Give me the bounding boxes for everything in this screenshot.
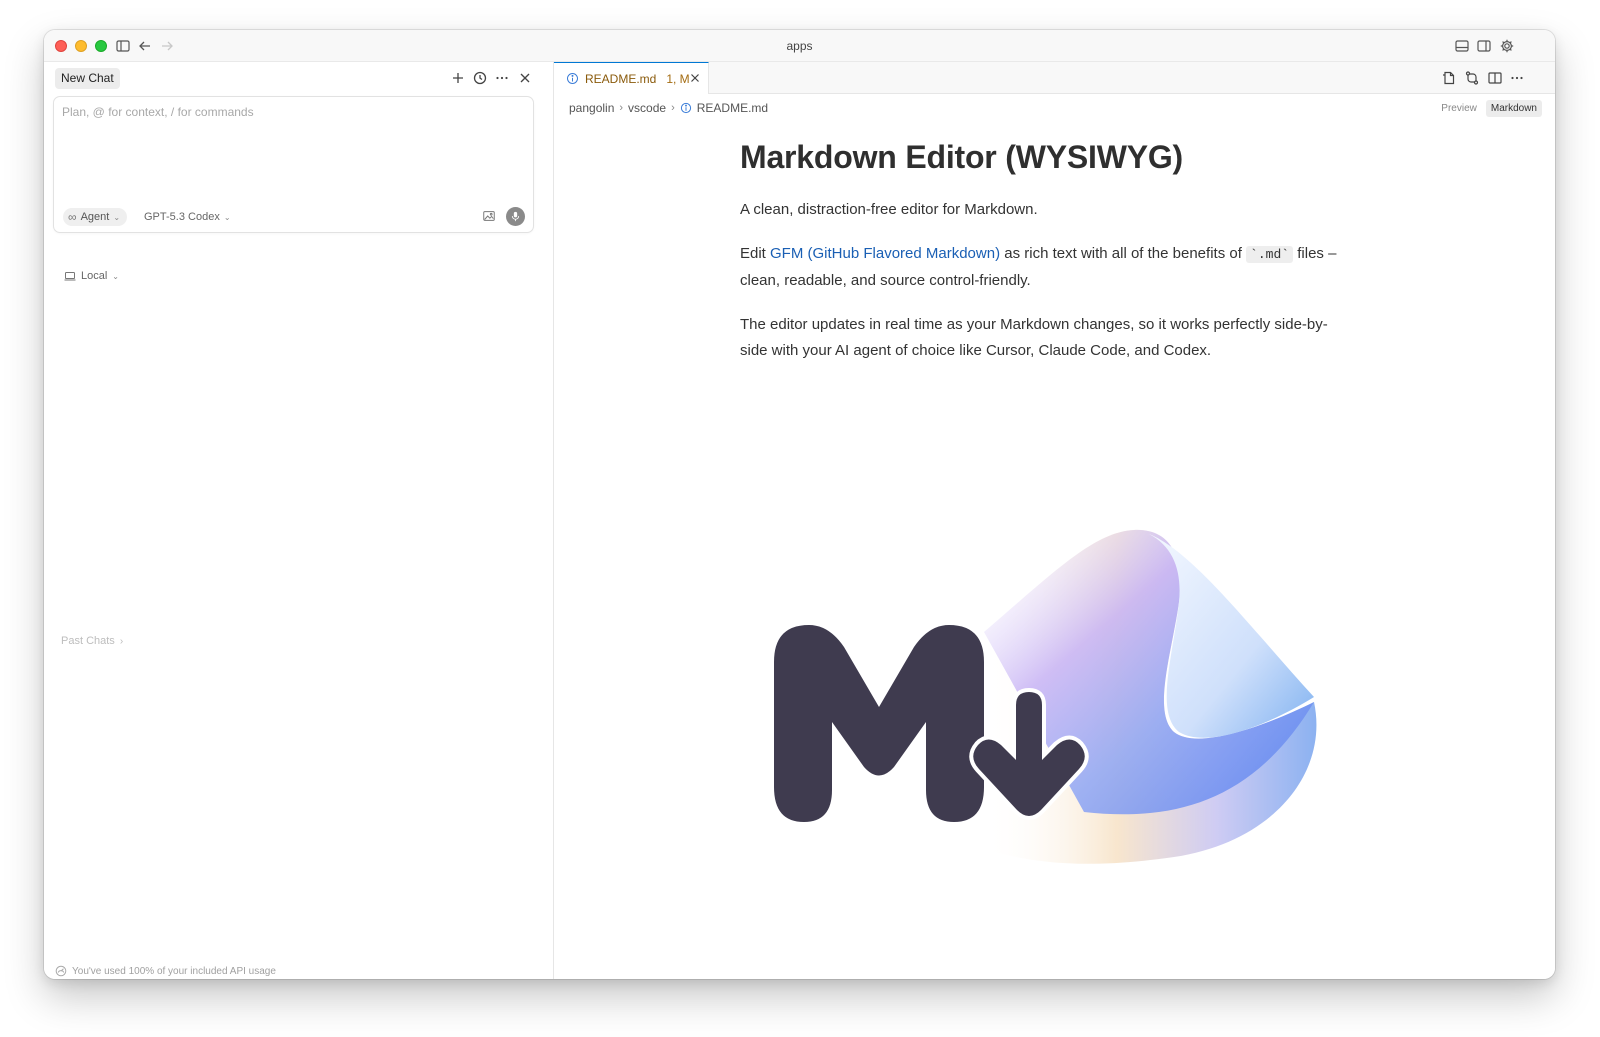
- settings-gear-icon[interactable]: [1499, 38, 1515, 54]
- gfm-link[interactable]: GFM (GitHub Flavored Markdown): [770, 245, 1000, 262]
- close-icon[interactable]: [517, 70, 533, 86]
- history-clock-icon[interactable]: [472, 70, 488, 86]
- usage-meter-icon: [55, 965, 67, 977]
- laptop-icon: [64, 272, 76, 281]
- breadcrumb-separator-icon: ›: [619, 102, 624, 114]
- microphone-button[interactable]: [506, 207, 525, 226]
- breadcrumb-separator-icon: ›: [671, 102, 675, 114]
- chat-composer: ∞ Agent ⌄ GPT-5.3 Codex ⌄: [53, 96, 534, 233]
- breadcrumb-item[interactable]: README.md: [697, 101, 768, 115]
- chat-panel: New Chat ∞ Agent ⌄ GPT-5.3 Codex: [44, 62, 554, 979]
- chevron-down-icon: ⌄: [223, 212, 231, 222]
- plus-icon[interactable]: [450, 70, 466, 86]
- info-icon: [567, 73, 578, 84]
- document-paragraph[interactable]: Edit GFM (GitHub Flavored Markdown) as r…: [740, 241, 1350, 294]
- editor-tab-bar: README.md 1, M: [554, 62, 1555, 94]
- panel-bottom-icon[interactable]: [1454, 38, 1470, 54]
- image-attach-icon[interactable]: [482, 209, 498, 225]
- markdown-mode-button[interactable]: Markdown: [1485, 100, 1542, 117]
- open-file-icon[interactable]: [1441, 70, 1457, 86]
- location-selector[interactable]: Local ⌄: [64, 270, 119, 282]
- model-label: GPT-5.3 Codex: [144, 211, 220, 223]
- inline-code: `.md`: [1246, 246, 1294, 263]
- past-chats-link[interactable]: Past Chats ›: [61, 635, 123, 647]
- agent-mode-selector[interactable]: ∞ Agent ⌄: [63, 208, 128, 226]
- breadcrumb: pangolin › vscode › README.md: [569, 101, 768, 115]
- breadcrumb-item[interactable]: vscode: [628, 101, 666, 115]
- window-title: apps: [786, 39, 813, 53]
- chat-input[interactable]: [62, 105, 525, 119]
- markdown-logo-icon: [774, 529, 1317, 864]
- microphone-icon: [511, 211, 520, 222]
- preview-mode-button[interactable]: Preview: [1436, 100, 1482, 117]
- usage-notice: You've used 100% of your included API us…: [55, 965, 276, 977]
- chevron-down-icon: ⌄: [112, 271, 119, 281]
- new-chat-tab[interactable]: New Chat: [55, 68, 120, 89]
- paragraph-text: as rich text with all of the benefits of: [1000, 245, 1247, 262]
- infinity-icon: ∞: [68, 210, 77, 224]
- document-content: Markdown Editor (WYSIWYG) A clean, distr…: [740, 137, 1350, 382]
- info-icon: [680, 102, 691, 114]
- document-paragraph[interactable]: The editor updates in real time as your …: [740, 312, 1350, 364]
- title-bar: apps: [44, 30, 1555, 62]
- app-window: apps New Chat Plan, @ for context, / for…: [44, 30, 1555, 979]
- tab-filename: README.md: [585, 71, 657, 86]
- more-ellipsis-icon[interactable]: [494, 70, 510, 86]
- view-mode-toggle: Preview Markdown: [1436, 100, 1542, 117]
- chevron-down-icon: ⌄: [113, 212, 121, 222]
- chevron-right-icon: ›: [119, 635, 124, 647]
- compare-changes-icon[interactable]: [1464, 70, 1480, 86]
- breadcrumb-item[interactable]: pangolin: [569, 101, 614, 115]
- agent-mode-label: Agent: [80, 211, 110, 223]
- tab-status: 1, M: [666, 71, 690, 86]
- paragraph-text: Edit: [740, 245, 771, 262]
- past-chats-label: Past Chats: [61, 635, 115, 647]
- document-paragraph[interactable]: A clean, distraction-free editor for Mar…: [740, 197, 1350, 223]
- editor-pane: README.md 1, M pangolin › vscode › READM…: [554, 62, 1555, 979]
- more-ellipsis-icon[interactable]: [1509, 70, 1525, 86]
- location-label: Local: [81, 270, 108, 282]
- markdown-logo-image: [754, 522, 1334, 882]
- usage-text: You've used 100% of your included API us…: [72, 965, 276, 977]
- panel-right-icon[interactable]: [1476, 38, 1492, 54]
- close-tab-icon[interactable]: [688, 71, 702, 85]
- split-editor-icon[interactable]: [1487, 70, 1503, 86]
- model-selector[interactable]: GPT-5.3 Codex ⌄: [144, 208, 231, 226]
- document-title[interactable]: Markdown Editor (WYSIWYG): [740, 137, 1350, 177]
- chat-header: New Chat: [44, 62, 553, 94]
- readme-tab[interactable]: README.md 1, M: [554, 62, 709, 94]
